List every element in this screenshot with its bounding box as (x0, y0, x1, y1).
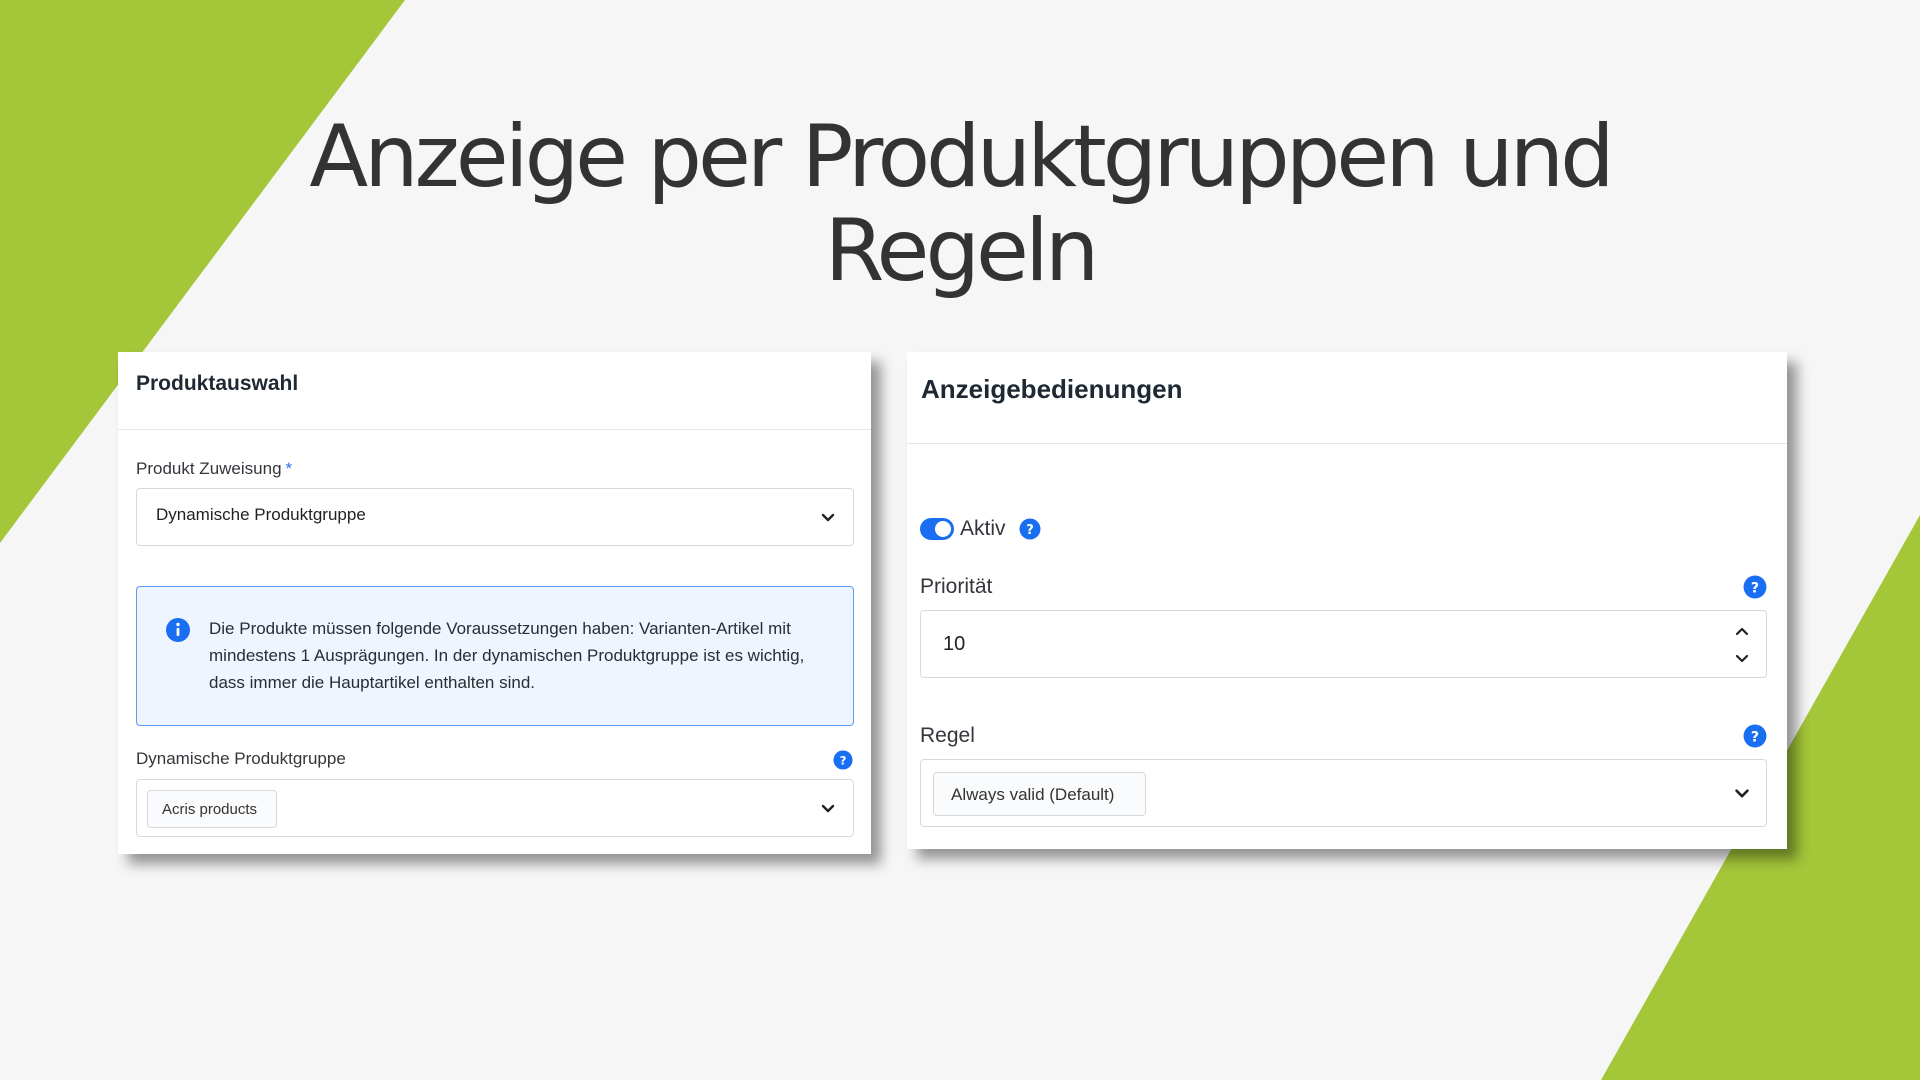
help-icon[interactable]: ? (1019, 518, 1041, 540)
priority-input[interactable]: 10 (920, 610, 1767, 678)
dynamic-group-label: Dynamische Produktgruppe (136, 749, 346, 768)
svg-text:?: ? (1751, 729, 1759, 745)
chevron-down-icon (821, 804, 835, 813)
display-conditions-card: Anzeigebedienungen Aktiv ? Priorität ? 1… (907, 352, 1787, 849)
product-assignment-label-text: Produkt Zuweisung (136, 459, 282, 478)
product-assignment-label: Produkt Zuweisung * (136, 459, 292, 479)
rule-select[interactable]: Always valid (Default) (920, 759, 1767, 827)
selected-tag-label: Acris products (162, 801, 258, 818)
svg-text:?: ? (840, 754, 847, 768)
selected-rule-tag[interactable]: Always valid (Default) (933, 772, 1146, 816)
info-icon (166, 618, 190, 642)
chevron-down-icon (821, 513, 835, 522)
product-selection-card: Produktauswahl Produkt Zuweisung * Dynami… (118, 352, 871, 854)
dynamic-group-select[interactable]: Acris products (136, 779, 854, 837)
info-text: Die Produkte müssen folgende Voraussetzu… (209, 619, 805, 692)
priority-label: Priorität (920, 575, 993, 598)
slide-title-line-2: Regeln (824, 201, 1100, 301)
svg-text:?: ? (1026, 523, 1034, 538)
chevron-up-icon[interactable] (1731, 620, 1753, 642)
selected-tag[interactable]: Acris products (147, 790, 277, 828)
rule-label: Regel (920, 724, 975, 747)
display-conditions-heading: Anzeigebedienungen (907, 352, 1787, 444)
info-box: Die Produkte müssen folgende Voraussetzu… (136, 586, 854, 726)
toggle-knob (935, 521, 951, 537)
product-selection-heading: Produktauswahl (118, 352, 871, 430)
svg-text:?: ? (1751, 580, 1759, 596)
required-marker: * (285, 459, 293, 478)
selected-rule-label: Always valid (Default) (951, 785, 1115, 804)
help-icon[interactable]: ? (1743, 724, 1767, 748)
slide-title-line-1: Anzeige per Produktgruppen und (309, 107, 1614, 207)
chevron-down-icon[interactable] (1731, 648, 1753, 670)
slide-title: Anzeige per Produktgruppen und Regeln (300, 110, 1620, 298)
priority-value: 10 (943, 633, 966, 655)
active-label: Aktiv (960, 517, 1006, 540)
product-assignment-value: Dynamische Produktgruppe (156, 505, 366, 524)
product-assignment-select[interactable]: Dynamische Produktgruppe (136, 488, 854, 546)
active-toggle[interactable] (920, 518, 954, 540)
help-icon[interactable]: ? (833, 750, 853, 770)
help-icon[interactable]: ? (1743, 575, 1767, 599)
chevron-down-icon (1735, 789, 1749, 798)
